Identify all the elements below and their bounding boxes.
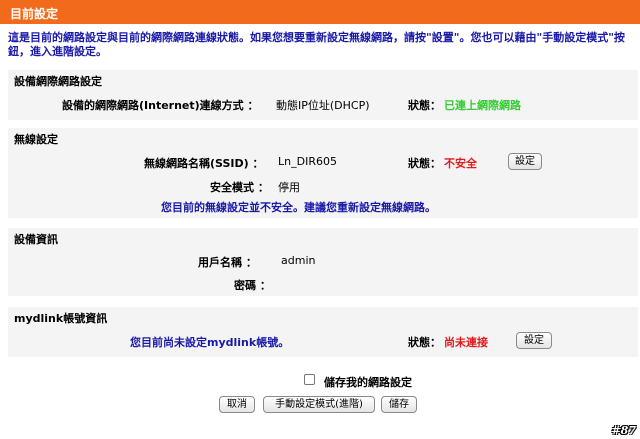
save-network-settings-label: 儲存我的網路設定 — [324, 376, 412, 389]
mydlink-section-title: mydlink帳號資訊 — [14, 312, 108, 325]
watermark-label: #87 — [611, 424, 636, 437]
page-title: 目前設定 — [10, 7, 59, 21]
wireless-setup-button[interactable]: 設定 — [508, 153, 542, 170]
ssid-value: Ln_DIR605 — [278, 155, 337, 168]
password-label: 密碼 ： — [234, 279, 271, 292]
wireless-section-title: 無線設定 — [14, 133, 58, 146]
intro-text: 這是目前的網路設定與目前的網際網路連線狀態。如果您想要重新設定無線網路，請按"設… — [8, 31, 625, 58]
mydlink-section: mydlink帳號資訊 您目前尚未設定mydlink帳號。 狀態： 尚未連接 設… — [8, 307, 638, 357]
security-mode-value: 停用 — [278, 181, 300, 194]
manual-setup-button[interactable]: 手動設定模式(進階) — [263, 396, 375, 413]
internet-status-label: 狀態： — [408, 99, 441, 112]
internet-status-value: 已連上網際網路 — [444, 99, 521, 112]
username-value: admin — [281, 254, 316, 267]
device-section: 設備資訊 用戶名稱 ： admin 密碼 ： — [8, 228, 638, 296]
mydlink-status-label: 狀態： — [408, 336, 441, 349]
cancel-button[interactable]: 取消 — [219, 396, 255, 413]
wireless-status-label: 狀態： — [408, 157, 441, 170]
device-section-title: 設備資訊 — [14, 233, 58, 246]
mydlink-setup-button[interactable]: 設定 — [516, 332, 552, 349]
mydlink-message: 您目前尚未設定mydlink帳號。 — [130, 336, 290, 349]
save-network-settings-checkbox[interactable] — [304, 374, 315, 385]
wireless-section: 無線設定 無線網路名稱(SSID) ： Ln_DIR605 狀態： 不安全 設定… — [8, 128, 638, 218]
connection-type-value: 動態IP位址(DHCP) — [276, 99, 370, 112]
wireless-status-value: 不安全 — [444, 157, 477, 170]
ssid-label: 無線網路名稱(SSID) ： — [144, 157, 264, 170]
wireless-warning: 您目前的無線設定並不安全。建議您重新設定無線網路。 — [161, 201, 436, 214]
internet-section: 設備網際網路設定 設備的網際網路(Internet)連線方式 ： 動態IP位址(… — [8, 70, 638, 120]
security-mode-label: 安全模式 ： — [210, 181, 269, 194]
username-label: 用戶名稱 ： — [198, 256, 257, 269]
mydlink-status-value: 尚未連接 — [444, 336, 488, 349]
connection-type-label: 設備的網際網路(Internet)連線方式 ： — [62, 99, 259, 112]
save-button[interactable]: 儲存 — [381, 396, 417, 413]
page-header: 目前設定 — [0, 0, 640, 24]
internet-section-title: 設備網際網路設定 — [14, 75, 102, 88]
